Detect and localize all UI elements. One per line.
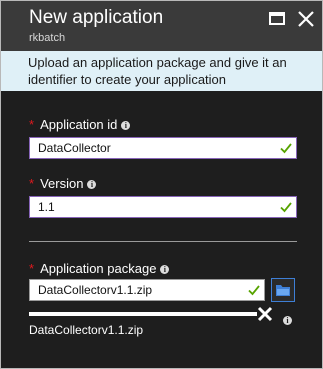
application-package-label-text: Application package xyxy=(40,261,157,276)
version-label-text: Version xyxy=(40,176,84,191)
application-id-value: DataCollector xyxy=(38,141,111,155)
upload-info-icon[interactable]: i xyxy=(283,316,292,325)
uploaded-file-name: DataCollectorv1.1.zip xyxy=(29,323,144,337)
required-marker: * xyxy=(29,117,35,132)
version-value: 1.1 xyxy=(38,200,55,214)
required-marker: * xyxy=(29,261,35,276)
maximize-icon[interactable] xyxy=(269,12,285,25)
application-package-value: DataCollectorv1.1.zip xyxy=(38,283,153,297)
application-id-label-text: Application id xyxy=(40,117,118,132)
blade-title: New application xyxy=(29,7,164,28)
section-divider xyxy=(29,241,297,242)
application-package-input[interactable]: DataCollectorv1.1.zip xyxy=(29,279,265,301)
required-marker: * xyxy=(29,176,35,191)
cancel-upload-icon[interactable] xyxy=(257,306,273,322)
folder-icon xyxy=(276,285,290,296)
check-icon xyxy=(248,285,260,296)
close-icon[interactable] xyxy=(297,10,315,28)
application-id-label: * Application id i xyxy=(29,117,131,132)
upload-progress-bar xyxy=(29,312,257,316)
version-input[interactable]: 1.1 xyxy=(29,196,297,218)
info-icon[interactable]: i xyxy=(87,180,97,189)
info-icon[interactable]: i xyxy=(160,265,170,274)
blade-header: New application rkbatch xyxy=(1,1,322,51)
blade-subtitle: rkbatch xyxy=(29,32,66,44)
application-id-input[interactable]: DataCollector xyxy=(29,137,297,159)
check-icon xyxy=(280,143,292,154)
version-label: * Version i xyxy=(29,176,97,191)
upload-progress-fill xyxy=(29,312,257,316)
application-package-label: * Application package i xyxy=(29,261,170,276)
new-application-blade: New application rkbatch Upload an applic… xyxy=(0,0,323,369)
info-icon[interactable]: i xyxy=(121,121,131,130)
check-icon xyxy=(280,202,292,213)
browse-file-button[interactable] xyxy=(271,278,295,302)
info-banner: Upload an application package and give i… xyxy=(1,51,322,91)
